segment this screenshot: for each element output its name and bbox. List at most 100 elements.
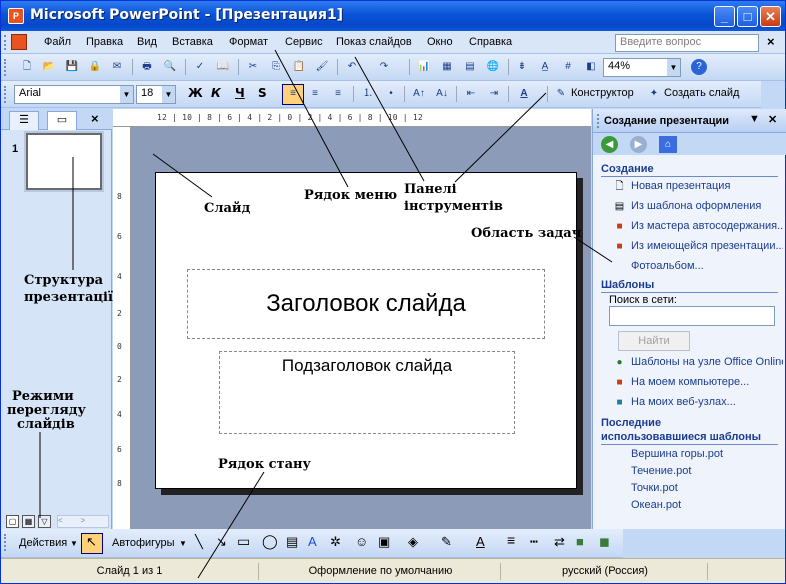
task-pane-menu-icon[interactable]: ▼ (749, 113, 760, 125)
save-icon[interactable]: 💾 (64, 59, 80, 75)
color-grayscale-icon[interactable]: ◧ (583, 59, 599, 75)
actions-menu[interactable]: Действия (19, 537, 67, 549)
link-from-design-template[interactable]: Из шаблона оформления (631, 200, 783, 212)
show-grid-icon[interactable]: # (560, 59, 576, 75)
show-formatting-icon[interactable]: A̲ (537, 59, 553, 75)
link-office-online[interactable]: Шаблоны на узле Office Online (631, 356, 783, 368)
oval-icon[interactable]: ◯ (262, 533, 278, 550)
cut-icon[interactable]: ✂ (245, 59, 261, 75)
increase-font-icon[interactable]: A↑ (411, 86, 427, 102)
document-close-icon[interactable]: × (767, 34, 775, 49)
fill-color-icon[interactable]: ◈ (408, 534, 418, 550)
tables-borders-icon[interactable]: ▤ (462, 59, 478, 75)
find-button[interactable]: Найти (618, 331, 690, 351)
recent-template[interactable]: Океан.pot (631, 499, 681, 511)
insert-hyperlink-icon[interactable]: 🌐 (485, 59, 501, 75)
forward-icon[interactable]: ▶ (630, 136, 647, 153)
title-placeholder[interactable]: Заголовок слайда (187, 269, 545, 339)
document-icon[interactable] (11, 34, 27, 50)
clipart-icon[interactable]: ☺ (355, 534, 368, 549)
font-color-icon[interactable]: A (516, 86, 532, 102)
align-center-icon[interactable]: ≡ (307, 86, 323, 102)
designer-button[interactable]: Конструктор (571, 87, 634, 99)
horizontal-scrollbar[interactable]: < > (57, 515, 109, 528)
link-photo-album[interactable]: Фотоальбом... (631, 260, 783, 272)
arrow-icon[interactable]: ↘ (216, 534, 227, 550)
3d-style-icon[interactable]: ◼ (599, 534, 610, 550)
slide-thumbnail[interactable] (24, 131, 104, 192)
redo-icon[interactable]: ↷ (376, 59, 392, 75)
zoom-select[interactable]: 44% ▼ (603, 58, 681, 77)
font-color-icon[interactable]: A (476, 534, 485, 549)
toolbar-grip[interactable] (4, 534, 7, 551)
menu-window[interactable]: Окно (427, 36, 453, 48)
line-style-icon[interactable]: ≡ (507, 532, 515, 548)
font-select[interactable]: Arial ▼ (14, 85, 134, 104)
chevron-down-icon[interactable]: ▼ (667, 59, 680, 76)
menu-format[interactable]: Формат (229, 36, 268, 48)
expand-all-icon[interactable]: ⇟ (514, 59, 530, 75)
menu-slideshow[interactable]: Показ слайдов (336, 36, 412, 48)
picture-icon[interactable]: ▣ (378, 534, 390, 550)
increase-indent-icon[interactable]: ⇥ (486, 86, 502, 102)
shadow-style-icon[interactable]: ■ (576, 534, 584, 549)
slide[interactable]: Заголовок слайда Подзаголовок слайда (155, 172, 577, 489)
task-pane-close-icon[interactable]: ✕ (768, 113, 777, 126)
permission-icon[interactable]: 🔒 (87, 59, 103, 75)
menu-edit[interactable]: Правка (86, 36, 123, 48)
diagram-icon[interactable]: ✲ (330, 534, 341, 550)
insert-table-icon[interactable]: ▦ (439, 59, 455, 75)
bullets-icon[interactable]: • (383, 86, 399, 102)
shadow-button[interactable]: S (258, 86, 267, 100)
align-right-icon[interactable]: ≡ (330, 86, 346, 102)
link-new-presentation[interactable]: Новая презентация (631, 180, 783, 192)
chevron-down-icon[interactable]: ▼ (162, 86, 175, 103)
subtitle-placeholder[interactable]: Подзаголовок слайда (219, 351, 515, 434)
rectangle-icon[interactable]: ▭ (237, 533, 250, 550)
menu-help[interactable]: Справка (469, 36, 512, 48)
toolbar-grip[interactable] (4, 59, 7, 76)
maximize-button[interactable]: □ (737, 6, 758, 27)
spelling-icon[interactable]: ✓ (192, 59, 208, 75)
powerpoint-app-icon[interactable]: P (8, 8, 24, 24)
arrow-style-icon[interactable]: ⇄ (554, 534, 565, 550)
link-my-websites[interactable]: На моих веб-узлах... (631, 396, 783, 408)
decrease-font-icon[interactable]: A↓ (434, 86, 450, 102)
minimize-button[interactable]: _ (714, 6, 735, 27)
close-pane-icon[interactable]: × (91, 111, 99, 126)
link-my-computer[interactable]: На моем компьютере... (631, 376, 783, 388)
research-icon[interactable]: 📖 (215, 59, 231, 75)
ask-question-input[interactable]: Введите вопрос (615, 34, 759, 52)
open-icon[interactable]: 📂 (41, 59, 57, 75)
menu-grip[interactable] (4, 35, 7, 50)
copy-icon[interactable]: ⎘ (268, 59, 284, 75)
font-size-select[interactable]: 18 ▼ (136, 85, 176, 104)
slideshow-view-icon[interactable]: ▽ (38, 515, 51, 528)
chevron-down-icon[interactable]: ▼ (179, 539, 187, 548)
paste-icon[interactable]: 📋 (291, 59, 307, 75)
normal-view-icon[interactable]: ▢ (6, 515, 19, 528)
italic-button[interactable]: К (211, 86, 221, 100)
new-slide-button[interactable]: Создать слайд (664, 87, 739, 99)
line-icon[interactable]: ╲ (195, 534, 203, 550)
chevron-down-icon[interactable]: ▼ (70, 539, 78, 548)
title-bar[interactable]: P Microsoft PowerPoint - [Презентация1] … (1, 1, 785, 31)
email-icon[interactable]: ✉ (109, 59, 125, 75)
numbering-icon[interactable]: ⒈ (360, 86, 376, 102)
help-icon[interactable]: ? (691, 59, 707, 75)
print-icon[interactable]: 🖶 (139, 59, 155, 75)
autoshapes-menu[interactable]: Автофигуры (112, 537, 175, 549)
close-button[interactable]: ✕ (760, 6, 781, 27)
recent-template[interactable]: Точки.pot (631, 482, 678, 494)
underline-button[interactable]: Ч (235, 86, 245, 100)
link-autocontent-wizard[interactable]: Из мастера автосодержания... (631, 220, 783, 232)
print-preview-icon[interactable]: 🔍 (162, 59, 178, 75)
format-painter-icon[interactable]: 🖌 (314, 59, 330, 75)
back-icon[interactable]: ◀ (601, 136, 618, 153)
template-search-input[interactable] (609, 306, 775, 326)
recent-template[interactable]: Вершина горы.pot (631, 448, 723, 460)
tab-outline[interactable]: ☰ (9, 111, 39, 130)
dash-style-icon[interactable]: ┅ (530, 534, 538, 550)
new-slide-icon[interactable]: ✦ (646, 86, 662, 102)
designer-icon[interactable]: ✎ (553, 86, 569, 102)
